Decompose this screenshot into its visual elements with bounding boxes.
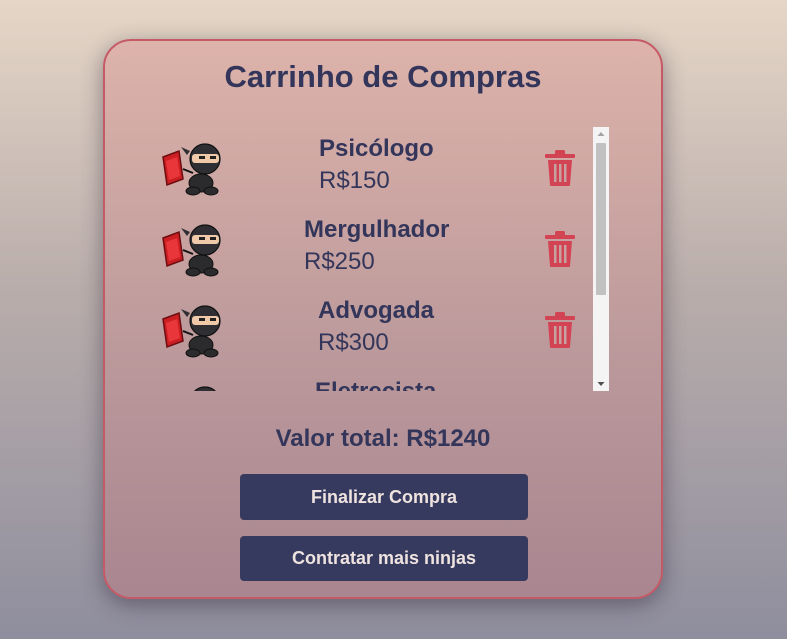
ninja-icon — [162, 143, 221, 196]
item-price: R$150 — [319, 167, 390, 194]
cart-item-list: Psicólogo R$150 Mergulhador R$250 Advoga… — [125, 127, 611, 391]
cart-card: Carrinho de Compras Psicólogo R$150 Merg… — [103, 39, 663, 599]
cart-item: Psicólogo R$150 — [125, 127, 575, 208]
item-name: Psicólogo — [319, 135, 434, 162]
cart-item: Advogada R$300 — [125, 289, 575, 370]
cart-title: Carrinho de Compras — [224, 59, 542, 94]
cart-item: Mergulhador R$250 — [125, 208, 575, 289]
item-name: Advogada — [318, 297, 435, 324]
scroll-down-arrow-icon[interactable] — [593, 377, 609, 391]
ninja-icon — [162, 305, 221, 358]
item-name: Mergulhador — [304, 216, 450, 243]
item-price: R$250 — [304, 248, 375, 275]
trash-icon[interactable] — [543, 230, 577, 268]
item-price: R$300 — [318, 329, 389, 356]
cart-item: Eletrecista — [125, 370, 565, 391]
scrollbar-thumb[interactable] — [596, 143, 606, 295]
ninja-icon — [162, 224, 221, 277]
item-name: Eletrecista — [315, 378, 436, 391]
ninja-icon — [193, 386, 217, 391]
cart-list-scrollbar[interactable] — [593, 127, 609, 391]
scroll-up-arrow-icon[interactable] — [593, 127, 609, 141]
total-value: Valor total: R$1240 — [275, 425, 491, 452]
trash-icon[interactable] — [543, 149, 577, 187]
hire-more-ninjas-button[interactable]: Contratar mais ninjas — [240, 536, 528, 581]
finalize-purchase-button[interactable]: Finalizar Compra — [240, 474, 528, 520]
trash-icon[interactable] — [543, 311, 577, 349]
